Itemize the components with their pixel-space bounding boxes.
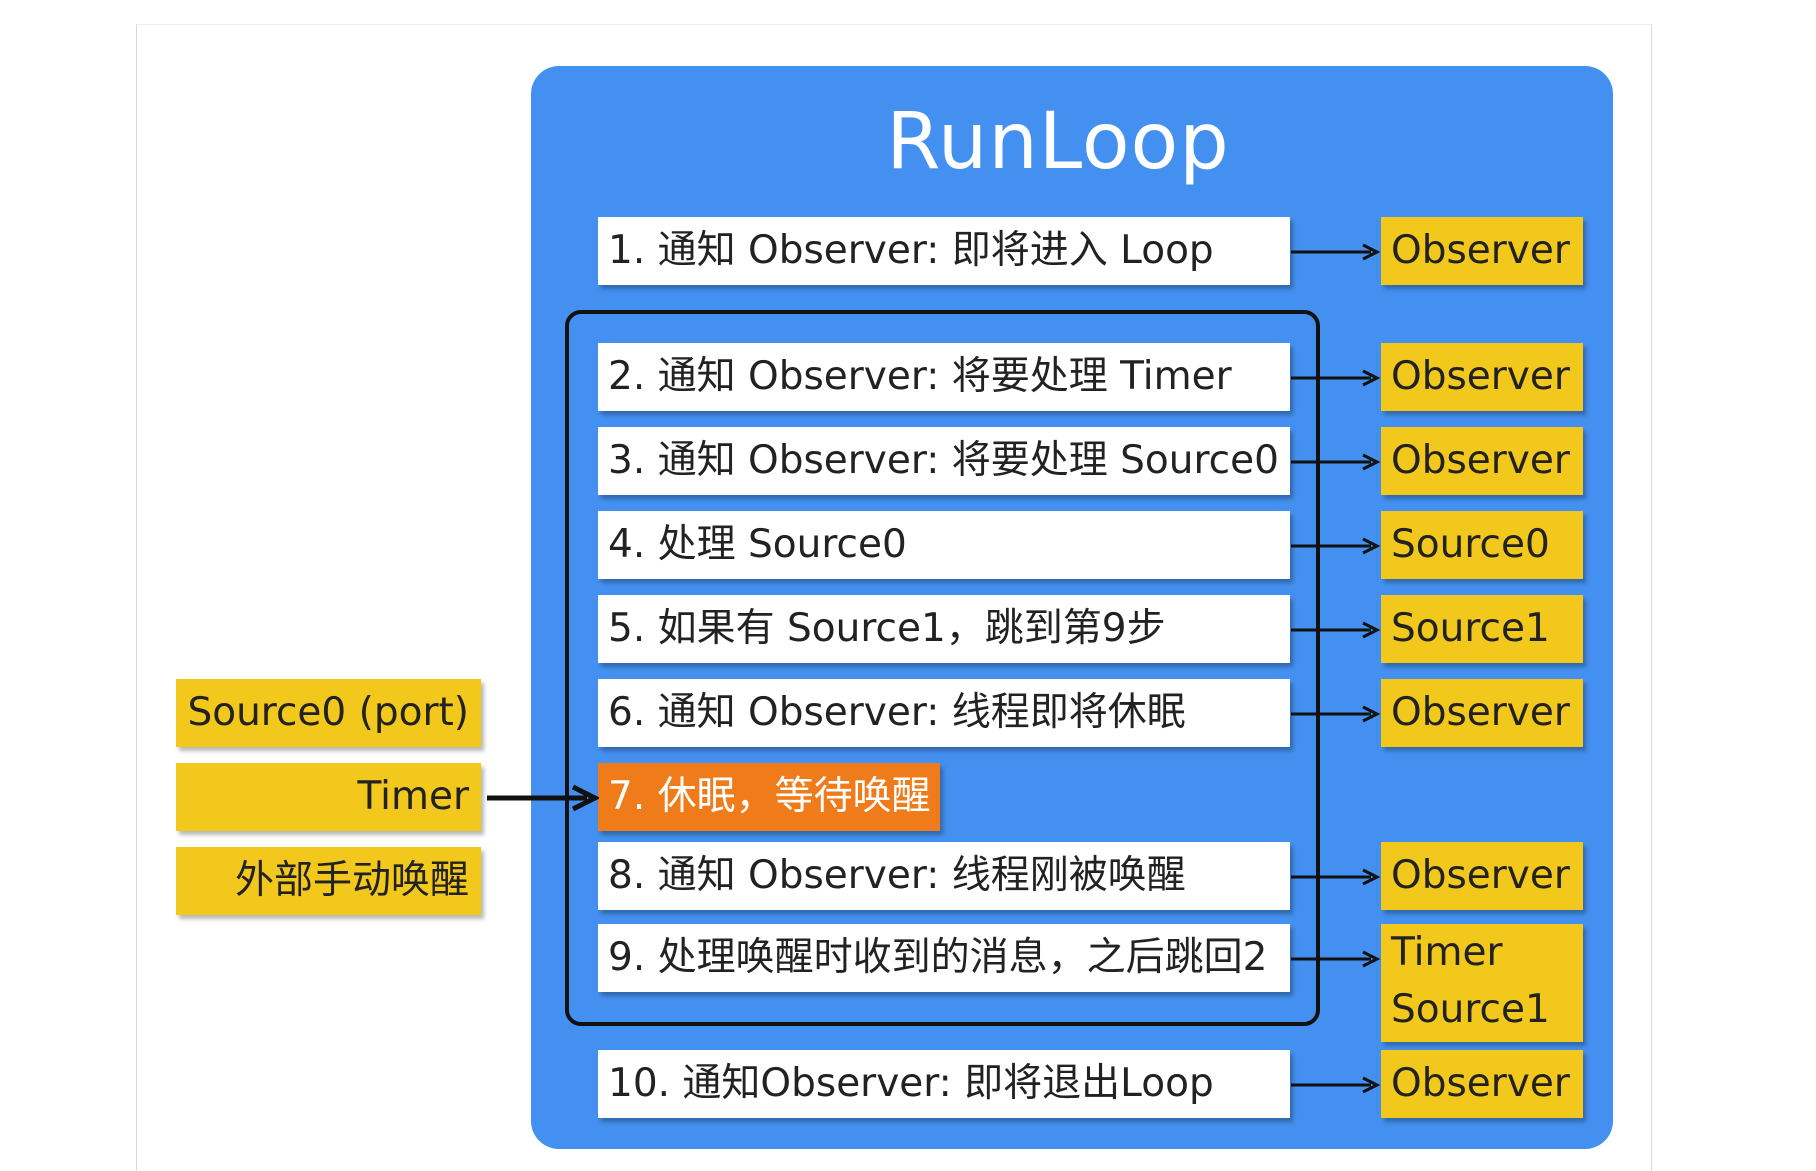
wake-source-manual: 外部手动唤醒 [176, 847, 481, 915]
target-step-9-line-2: Source1 [1391, 987, 1550, 1032]
step-5-box: 5. 如果有 Source1，跳到第9步 [598, 595, 1290, 663]
step-6-box: 6. 通知 Observer: 线程即将休眠 [598, 679, 1290, 747]
step-1-box: 1. 通知 Observer: 即将进入 Loop [598, 217, 1290, 285]
step-8-box: 8. 通知 Observer: 线程刚被唤醒 [598, 842, 1290, 910]
target-step-9: Timer Source1 [1381, 924, 1583, 1042]
target-step-10: Observer [1381, 1050, 1583, 1118]
arrow-step-3 [1291, 453, 1381, 471]
step-4-box: 4. 处理 Source0 [598, 511, 1290, 579]
step-10-box: 10. 通知Observer: 即将退出Loop [598, 1050, 1290, 1118]
target-step-4: Source0 [1381, 511, 1583, 579]
arrow-step-5 [1291, 621, 1381, 639]
target-step-8: Observer [1381, 842, 1583, 910]
step-3-box: 3. 通知 Observer: 将要处理 Source0 [598, 427, 1290, 495]
arrow-step-1 [1291, 243, 1381, 261]
arrow-step-2 [1291, 369, 1381, 387]
target-step-9-line-1: Timer [1391, 930, 1503, 975]
target-step-2: Observer [1381, 343, 1583, 411]
arrow-step-4 [1291, 537, 1381, 555]
target-step-1: Observer [1381, 217, 1583, 285]
target-step-3: Observer [1381, 427, 1583, 495]
diagram-title: RunLoop [886, 97, 1230, 187]
wake-source-timer: Timer [176, 763, 481, 831]
arrow-step-6 [1291, 705, 1381, 723]
arrow-step-9 [1291, 950, 1381, 968]
step-2-box: 2. 通知 Observer: 将要处理 Timer [598, 343, 1290, 411]
loop-boundary [565, 310, 1320, 1026]
target-step-5: Source1 [1381, 595, 1583, 663]
step-7-box: 7. 休眠，等待唤醒 [598, 763, 940, 831]
target-step-6: Observer [1381, 679, 1583, 747]
arrow-step-8 [1291, 868, 1381, 886]
wake-arrow [487, 784, 599, 812]
step-9-box: 9. 处理唤醒时收到的消息，之后跳回2 [598, 924, 1290, 992]
arrow-step-10 [1291, 1076, 1381, 1094]
wake-source-port: Source0 (port) [176, 679, 481, 747]
